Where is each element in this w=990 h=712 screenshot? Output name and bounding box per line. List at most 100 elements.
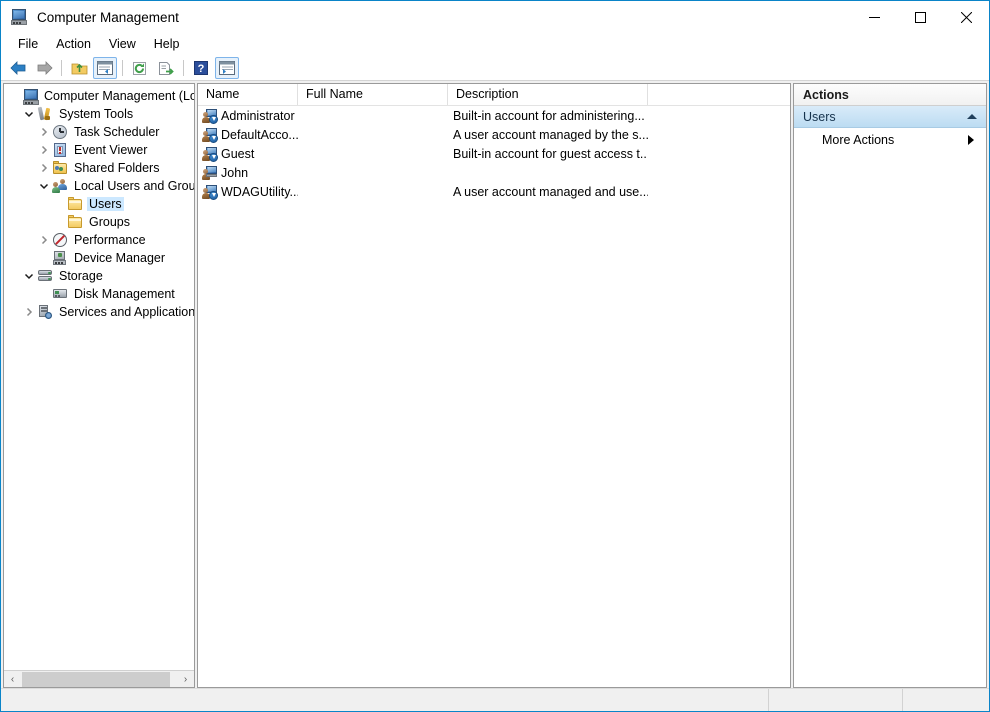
chevron-down-icon[interactable] — [21, 268, 37, 284]
chevron-up-icon[interactable] — [967, 114, 977, 119]
tree-node-event-viewer[interactable]: Event Viewer — [4, 141, 194, 159]
table-row[interactable]: Guest Built-in account for guest access t… — [198, 144, 790, 163]
scroll-right-icon[interactable]: › — [177, 671, 194, 688]
console-tree: Computer Management (Local System Tools Ta… — [4, 84, 194, 670]
user-disabled-icon — [202, 146, 218, 162]
scroll-left-icon[interactable]: ‹ — [4, 671, 21, 688]
status-segment-1 — [1, 689, 769, 711]
table-row[interactable]: DefaultAcco... A user account managed by … — [198, 125, 790, 144]
tree-node-services-and-applications[interactable]: Services and Applications — [4, 303, 194, 321]
action-more-actions[interactable]: More Actions — [794, 128, 986, 152]
minimize-button[interactable] — [851, 1, 897, 33]
maximize-button[interactable] — [897, 1, 943, 33]
user-name-label: DefaultAcco... — [221, 128, 298, 142]
tree-indent-spacer — [51, 214, 67, 230]
tree-node-label: Storage — [57, 269, 105, 283]
tree-node-groups[interactable]: Groups — [4, 213, 194, 231]
user-disabled-icon — [202, 184, 218, 200]
column-header-full-name[interactable]: Full Name — [298, 84, 448, 105]
chevron-right-icon[interactable] — [968, 135, 974, 145]
toolbar: ? — [1, 56, 989, 81]
tools-icon — [37, 106, 53, 122]
tree-node-storage[interactable]: Storage — [4, 267, 194, 285]
status-bar — [1, 688, 989, 711]
action-label: More Actions — [822, 133, 894, 147]
tree-node-label: System Tools — [57, 107, 135, 121]
tree-node-device-manager[interactable]: Device Manager — [4, 249, 194, 267]
chevron-right-icon[interactable] — [36, 142, 52, 158]
tree-node-performance[interactable]: Performance — [4, 231, 194, 249]
user-name-label: Guest — [221, 147, 254, 161]
actions-group-label: Users — [803, 110, 836, 124]
show-hide-action-pane-button[interactable] — [215, 57, 239, 79]
performance-icon — [52, 232, 68, 248]
cell-name: Guest — [198, 146, 298, 162]
tree-node-label: Disk Management — [72, 287, 177, 301]
tree-node-label: Device Manager — [72, 251, 167, 265]
cell-name: DefaultAcco... — [198, 127, 298, 143]
show-hide-console-tree-button[interactable] — [93, 57, 117, 79]
local-users-groups-icon — [52, 178, 68, 194]
tree-node-disk-management[interactable]: Disk Management — [4, 285, 194, 303]
tree-node-users[interactable]: Users — [4, 195, 194, 213]
table-row[interactable]: John — [198, 163, 790, 182]
tree-node-shared-folders[interactable]: Shared Folders — [4, 159, 194, 177]
chevron-right-icon[interactable] — [36, 124, 52, 140]
cell-description: Built-in account for administering... — [448, 109, 648, 123]
menu-file[interactable]: File — [9, 35, 47, 54]
column-header-blank[interactable] — [648, 84, 791, 105]
forward-button[interactable] — [32, 57, 56, 79]
chevron-right-icon[interactable] — [36, 160, 52, 176]
cell-name: WDAGUtility... — [198, 184, 298, 200]
tree-node-label: Computer Management (Local — [42, 89, 194, 103]
tree-horizontal-scrollbar[interactable]: ‹ › — [4, 670, 194, 687]
tree-node-local-users-and-groups[interactable]: Local Users and Groups — [4, 177, 194, 195]
chevron-right-icon[interactable] — [36, 232, 52, 248]
menu-view[interactable]: View — [100, 35, 145, 54]
tree-node-label: Local Users and Groups — [72, 179, 194, 193]
main-body: Computer Management (Local System Tools Ta… — [1, 81, 989, 688]
chevron-down-icon[interactable] — [36, 178, 52, 194]
tree-node-label: Users — [87, 197, 124, 211]
tree-node-task-scheduler[interactable]: Task Scheduler — [4, 123, 194, 141]
menu-help[interactable]: Help — [145, 35, 189, 54]
user-name-label: John — [221, 166, 248, 180]
export-list-button[interactable] — [154, 57, 178, 79]
window-title: Computer Management — [37, 10, 179, 25]
chevron-down-icon[interactable] — [21, 106, 37, 122]
actions-group-users[interactable]: Users — [794, 106, 986, 128]
chevron-right-icon[interactable] — [21, 304, 37, 320]
scrollbar-thumb[interactable] — [22, 672, 170, 687]
actions-pane-title: Actions — [794, 84, 986, 106]
tree-node-label: Groups — [87, 215, 132, 229]
tree-node-system-tools[interactable]: System Tools — [4, 105, 194, 123]
toolbar-separator — [183, 60, 184, 76]
tree-indent-spacer — [51, 196, 67, 212]
back-button[interactable] — [6, 57, 30, 79]
column-header-description[interactable]: Description — [448, 84, 648, 105]
cell-description: A user account managed by the s... — [448, 128, 648, 142]
table-row[interactable]: WDAGUtility... A user account managed and… — [198, 182, 790, 201]
clock-icon — [52, 124, 68, 140]
svg-text:?: ? — [198, 63, 205, 75]
computer-icon — [10, 8, 28, 26]
tree-node-label: Task Scheduler — [72, 125, 161, 139]
menu-bar: File Action View Help — [1, 33, 989, 56]
up-one-level-button[interactable] — [67, 57, 91, 79]
tree-node-computer-management-local[interactable]: Computer Management (Local — [4, 87, 194, 105]
refresh-button[interactable] — [128, 57, 152, 79]
cell-description: Built-in account for guest access t... — [448, 147, 648, 161]
user-disabled-icon — [202, 127, 218, 143]
column-header-name[interactable]: Name — [198, 84, 298, 105]
storage-icon — [37, 268, 53, 284]
menu-action[interactable]: Action — [47, 35, 100, 54]
users-list: AdministratorBuilt-in account for admini… — [198, 106, 790, 687]
table-row[interactable]: AdministratorBuilt-in account for admini… — [198, 106, 790, 125]
cell-description: A user account managed and use... — [448, 185, 648, 199]
close-button[interactable] — [943, 1, 989, 33]
help-button[interactable]: ? — [189, 57, 213, 79]
window-controls — [851, 1, 989, 33]
tree-node-label: Shared Folders — [72, 161, 161, 175]
folder-icon — [67, 214, 83, 230]
computer-icon — [22, 88, 38, 104]
